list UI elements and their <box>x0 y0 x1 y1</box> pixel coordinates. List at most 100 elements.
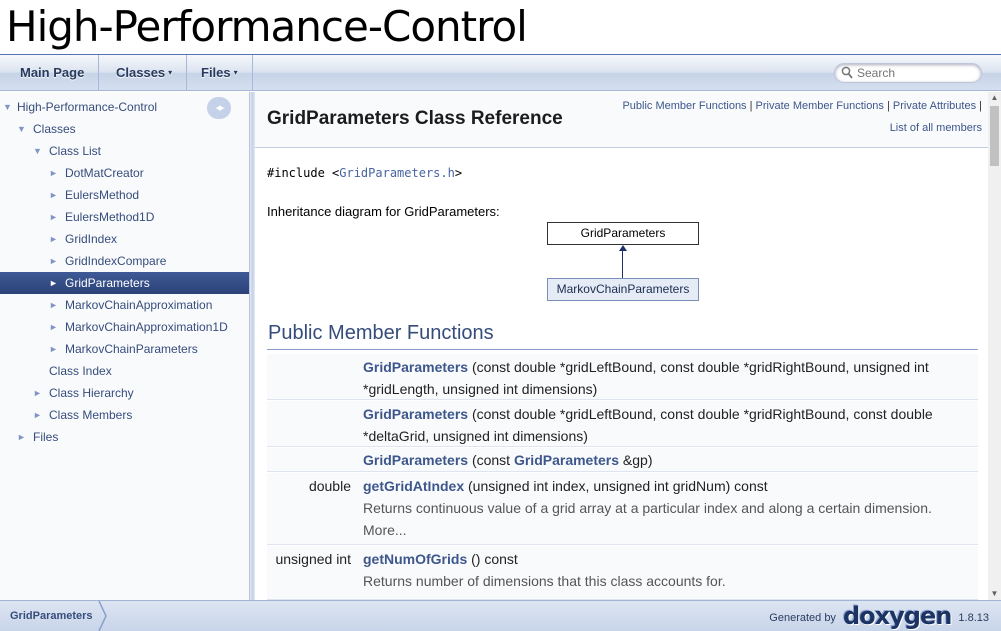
doxygen-logo[interactable]: doxygen <box>843 602 952 630</box>
member-return-type: double <box>308 478 351 494</box>
nav-item-eulersmethod[interactable]: ► EulersMethod <box>0 184 249 206</box>
nav-item-label: MarkovChainApproximation <box>65 298 213 312</box>
expand-arrow-icon[interactable]: ▼ <box>33 140 42 162</box>
member-name-link[interactable]: GridParameters <box>363 406 468 422</box>
page-title: GridParameters Class Reference <box>267 108 563 129</box>
member-signature: GridParameters (const double *gridLeftBo… <box>363 403 963 447</box>
member-signature: getNumOfGrids () const <box>363 548 963 570</box>
nav-item-class-index[interactable]: Class Index <box>0 360 249 382</box>
include-file-link[interactable]: GridParameters.h <box>339 166 455 180</box>
tab-main-page[interactable]: Main Page <box>0 55 100 91</box>
link-private-member-functions[interactable]: Private Member Functions <box>756 100 884 112</box>
expand-arrow-icon[interactable]: ▼ <box>3 96 12 118</box>
expand-arrow-icon[interactable]: ► <box>33 382 42 404</box>
footer-nav-path: GridParameters Generated by doxygen 1.8.… <box>0 600 1001 631</box>
doxygen-version: 1.8.13 <box>958 612 989 624</box>
nav-item-class-hierarchy[interactable]: ► Class Hierarchy <box>0 382 249 404</box>
expand-arrow-icon[interactable]: ► <box>49 228 58 250</box>
nav-item-dotmatcreator[interactable]: ► DotMatCreator <box>0 162 249 184</box>
nav-item-gridindexcompare[interactable]: ► GridIndexCompare <box>0 250 249 272</box>
expand-arrow-icon[interactable]: ► <box>17 426 26 448</box>
member-signature: GridParameters (const GridParameters &gp… <box>363 449 963 471</box>
member-name-link[interactable]: getNumOfGrids <box>363 551 467 567</box>
nav-item-gridindex[interactable]: ► GridIndex <box>0 228 249 250</box>
separator: | <box>749 100 753 112</box>
nav-item-gridparameters[interactable]: ► GridParameters <box>0 272 249 294</box>
nav-item-classes[interactable]: ▼ Classes <box>0 118 249 140</box>
nav-item-label: GridParameters <box>65 276 150 290</box>
nav-item-label: MarkovChainApproximation1D <box>65 320 228 334</box>
expand-arrow-icon[interactable]: ► <box>49 162 58 184</box>
member-arg-type-link[interactable]: GridParameters <box>514 452 619 468</box>
nav-item-label: EulersMethod1D <box>65 210 155 224</box>
search-icon[interactable] <box>841 66 853 80</box>
tab-files[interactable]: Files ▾ <box>181 55 253 91</box>
inheritance-arrow-line <box>622 248 623 278</box>
side-nav-tree: ▼ High-Performance-Control ▼ Classes ▼ C… <box>0 92 249 600</box>
member-signature: GridParameters (const double *gridLeftBo… <box>363 356 963 400</box>
include-suffix: > <box>454 166 463 180</box>
breadcrumb-separator-icon <box>98 601 107 631</box>
breadcrumb[interactable]: GridParameters <box>0 601 107 631</box>
member-row: unsigned int getNumOfGrids () const Retu… <box>267 546 978 600</box>
nav-item-label: GridIndex <box>65 232 118 246</box>
nav-item-label: EulersMethod <box>65 188 140 202</box>
section-title: Public Member Functions <box>268 322 494 344</box>
nav-item-markovchainapproximation1d[interactable]: ► MarkovChainApproximation1D <box>0 316 249 338</box>
search-input[interactable] <box>857 65 975 81</box>
nav-item-eulersmethod1d[interactable]: ► EulersMethod1D <box>0 206 249 228</box>
tab-main-page-label: Main Page <box>20 65 85 80</box>
expand-arrow-icon[interactable]: ► <box>49 272 58 294</box>
nav-item-files[interactable]: ► Files <box>0 426 249 448</box>
sync-toggle-icon[interactable]: ◂▸ <box>207 97 231 119</box>
expand-arrow-icon[interactable]: ► <box>49 184 58 206</box>
doxygen-page: High-Performance-Control Main Page Class… <box>0 0 1001 631</box>
expand-arrow-icon[interactable]: ► <box>49 250 58 272</box>
member-brief: Returns continuous value of a grid array… <box>363 500 932 516</box>
search-box[interactable] <box>834 63 982 83</box>
link-public-member-functions[interactable]: Public Member Functions <box>622 100 746 112</box>
member-name-link[interactable]: GridParameters <box>363 359 468 375</box>
nav-item-label: GridIndexCompare <box>65 254 167 268</box>
nav-item-markovchainapproximation[interactable]: ► MarkovChainApproximation <box>0 294 249 316</box>
scroll-down-icon[interactable]: ▼ <box>988 588 1001 600</box>
nav-item-label: Classes <box>33 122 76 136</box>
vertical-scrollbar[interactable]: ▲ ▼ <box>988 92 1001 600</box>
tab-classes[interactable]: Classes ▾ <box>96 55 188 91</box>
scroll-up-icon[interactable]: ▲ <box>988 92 1001 104</box>
inheritance-arrowhead <box>619 245 627 251</box>
link-private-attributes[interactable]: Private Attributes <box>893 100 976 112</box>
diagram-base-class: GridParameters <box>547 222 699 245</box>
expand-arrow-icon[interactable]: ► <box>49 338 58 360</box>
include-prefix: #include < <box>267 166 340 180</box>
expand-arrow-icon[interactable]: ► <box>33 404 42 426</box>
summary-links: Public Member Functions | Private Member… <box>622 95 982 139</box>
tab-files-label: Files <box>201 65 231 80</box>
member-row: double getGridAtIndex (unsigned int inde… <box>267 473 978 545</box>
nav-item-class-list[interactable]: ▼ Class List <box>0 140 249 162</box>
member-return-type: unsigned int <box>275 551 351 567</box>
nav-item-markovchainparameters[interactable]: ► MarkovChainParameters <box>0 338 249 360</box>
title-area: High-Performance-Control <box>0 0 1001 55</box>
expand-arrow-icon[interactable]: ► <box>49 294 58 316</box>
expand-arrow-icon[interactable]: ► <box>49 206 58 228</box>
nav-item-label: DotMatCreator <box>65 166 144 180</box>
member-signature: getGridAtIndex (unsigned int index, unsi… <box>363 475 963 497</box>
member-args: &gp) <box>619 452 653 468</box>
nav-item-label: Class List <box>49 144 102 158</box>
more-link[interactable]: More... <box>363 522 407 538</box>
nav-item-class-members[interactable]: ► Class Members <box>0 404 249 426</box>
link-list-all-members[interactable]: List of all members <box>622 117 982 139</box>
nav-item-label: Class Hierarchy <box>49 386 134 400</box>
scrollbar-thumb[interactable] <box>990 106 999 166</box>
project-name: High-Performance-Control <box>6 2 528 51</box>
member-description: Returns number of dimensions that this c… <box>363 573 726 589</box>
expand-arrow-icon[interactable]: ► <box>49 316 58 338</box>
nav-item-label: MarkovChainParameters <box>65 342 198 356</box>
member-name-link[interactable]: getGridAtIndex <box>363 478 464 494</box>
diagram-derived-class[interactable]: MarkovChainParameters <box>547 278 699 301</box>
member-row: GridParameters (const double *gridLeftBo… <box>267 401 978 447</box>
nav-item-label: Class Members <box>49 408 133 422</box>
expand-arrow-icon[interactable]: ▼ <box>17 118 26 140</box>
member-name-link[interactable]: GridParameters <box>363 452 468 468</box>
